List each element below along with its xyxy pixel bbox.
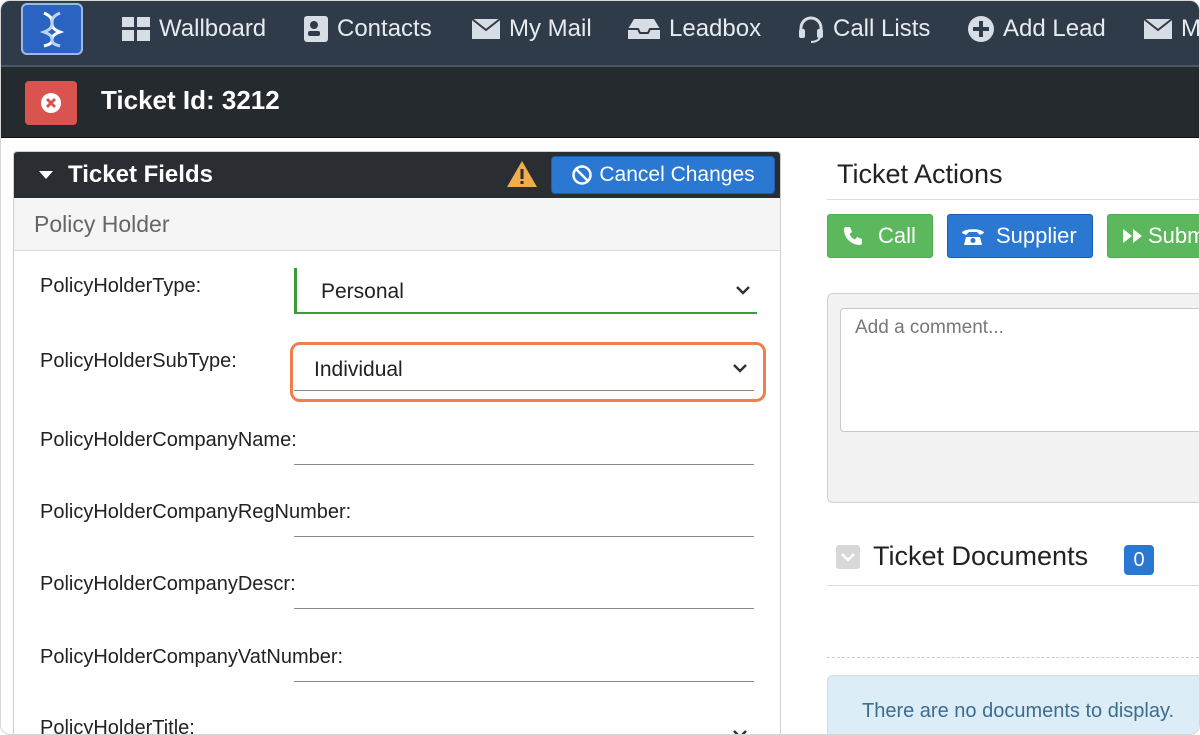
- nav-wallboard[interactable]: Wallboard: [121, 11, 266, 47]
- envelope-icon: [1143, 18, 1173, 40]
- top-navigation: Wallboard Contacts My Mail Leadbox Call: [1, 1, 1199, 67]
- documents-count-badge: 0: [1124, 545, 1154, 575]
- inbox-icon: [627, 17, 661, 41]
- nav-label: Add Lead: [1003, 15, 1106, 42]
- nav-contacts[interactable]: Contacts: [303, 11, 432, 47]
- field-label: PolicyHolderTitle:: [40, 717, 195, 735]
- dropzone-divider: [827, 657, 1199, 658]
- app-logo[interactable]: [21, 3, 83, 55]
- cancel-changes-button[interactable]: Cancel Changes: [551, 156, 775, 194]
- fast-forward-icon: [1123, 229, 1142, 243]
- close-icon: [41, 93, 61, 113]
- comment-input[interactable]: [840, 308, 1199, 432]
- submit-button[interactable]: Subm: [1107, 214, 1200, 258]
- section-header: Policy Holder: [14, 198, 780, 251]
- company-vat-number-input[interactable]: [294, 637, 754, 682]
- divider: [827, 199, 1199, 200]
- dna-logo-icon: [39, 11, 65, 48]
- no-documents-alert: There are no documents to display.: [827, 675, 1199, 734]
- submit-label: Subm: [1148, 223, 1200, 248]
- focus-highlight: [290, 342, 766, 402]
- nav-leadbox[interactable]: Leadbox: [627, 11, 761, 47]
- collapse-toggle[interactable]: [836, 545, 860, 569]
- comment-box: [827, 293, 1199, 503]
- nav-label: Call Lists: [833, 15, 931, 42]
- nav-label: Leadbox: [669, 15, 762, 42]
- supplier-button[interactable]: Supplier: [947, 214, 1093, 258]
- field-label: PolicyHolderCompanyName:: [40, 429, 297, 451]
- policyholder-title-select[interactable]: [294, 712, 754, 734]
- headset-icon: [797, 15, 825, 43]
- company-name-input[interactable]: [294, 420, 754, 465]
- company-reg-number-input[interactable]: [294, 492, 754, 537]
- select-value: Personal: [321, 280, 404, 303]
- supplier-label: Supplier: [996, 223, 1077, 248]
- ban-icon: [572, 165, 593, 185]
- divider: [827, 585, 1199, 586]
- nav-label: M: [1181, 15, 1200, 42]
- chevron-down-icon: [736, 286, 750, 295]
- grid-icon: [121, 16, 151, 42]
- app-window: Wallboard Contacts My Mail Leadbox Call: [0, 0, 1200, 735]
- nav-label: Contacts: [337, 15, 432, 42]
- call-button[interactable]: Call: [827, 214, 933, 258]
- ticket-header: Ticket Id: 3212: [1, 67, 1199, 138]
- policyholder-type-select[interactable]: Personal: [294, 268, 757, 314]
- panel-title: Ticket Fields: [68, 161, 213, 188]
- ticket-title: Ticket Id: 3212: [101, 85, 280, 115]
- plus-circle-icon: [967, 15, 995, 43]
- envelope-icon: [471, 18, 501, 40]
- nav-call-lists[interactable]: Call Lists: [797, 11, 930, 47]
- section-title: Policy Holder: [34, 211, 170, 237]
- panel-header: Ticket Fields Cancel Changes: [14, 152, 780, 198]
- nav-label: Wallboard: [159, 15, 267, 42]
- desk-phone-icon: [962, 229, 984, 245]
- nav-my-mail[interactable]: My Mail: [471, 11, 592, 47]
- no-documents-text: There are no documents to display.: [862, 700, 1175, 722]
- ticket-documents-title: Ticket Documents: [873, 541, 1089, 571]
- cancel-changes-label: Cancel Changes: [599, 163, 755, 186]
- field-label: PolicyHolderSubType:: [40, 350, 237, 372]
- warning-icon: [506, 160, 538, 193]
- caret-down-icon: [39, 171, 53, 179]
- company-descr-input[interactable]: [294, 564, 754, 609]
- call-label: Call: [878, 223, 916, 248]
- close-ticket-button[interactable]: [25, 81, 77, 125]
- field-label: PolicyHolderCompanyDescr:: [40, 573, 296, 595]
- chevron-down-icon: [733, 730, 747, 734]
- chevron-down-icon: [841, 553, 855, 562]
- contact-card-icon: [303, 15, 329, 43]
- nav-mail-2[interactable]: M: [1143, 11, 1200, 47]
- panel-toggle[interactable]: Ticket Fields: [38, 161, 213, 189]
- nav-label: My Mail: [509, 15, 592, 42]
- ticket-fields-panel: Ticket Fields Cancel Changes Policy Hold…: [13, 151, 781, 735]
- field-label: PolicyHolderType:: [40, 275, 202, 297]
- ticket-actions-title: Ticket Actions: [837, 159, 1003, 189]
- phone-icon: [844, 227, 862, 245]
- nav-add-lead[interactable]: Add Lead: [967, 11, 1106, 47]
